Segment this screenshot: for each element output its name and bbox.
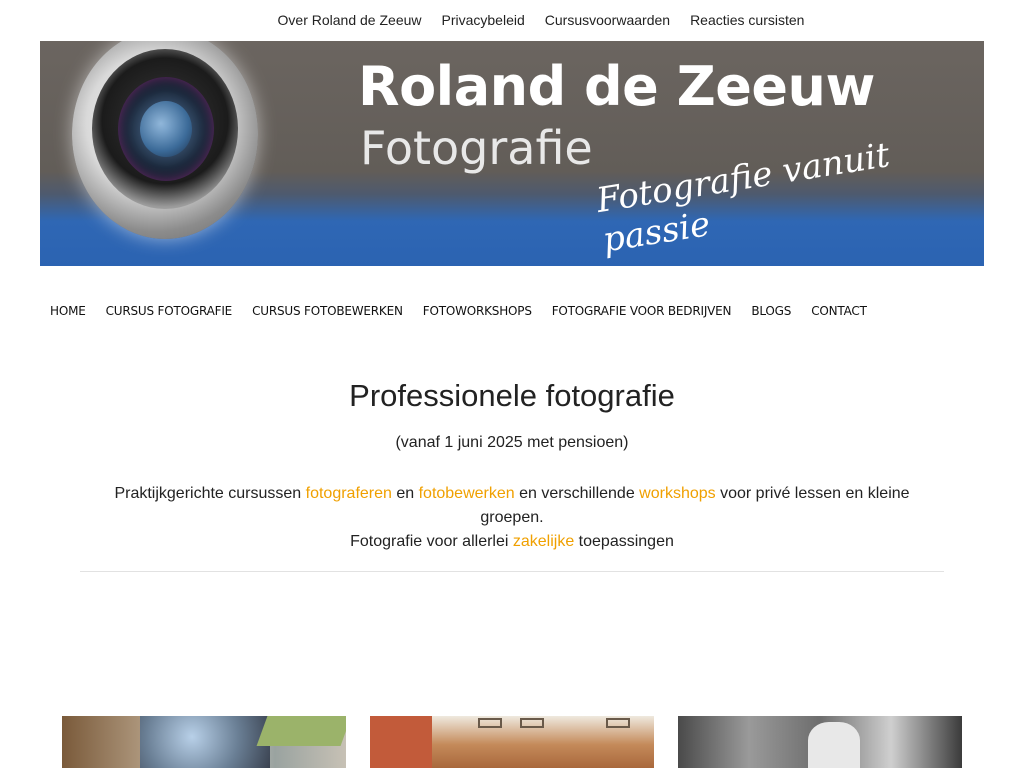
intro-text-part: en verschillende — [514, 485, 640, 502]
site-tagline: Fotografie vanuit passie — [593, 135, 893, 261]
photo-detail — [370, 716, 432, 768]
globe-icon — [140, 101, 192, 157]
page-heading: Professionele fotografie — [349, 378, 675, 413]
intro-text-part: Praktijkgerichte cursussen — [114, 485, 306, 502]
photo-detail — [256, 716, 346, 746]
nav-home[interactable]: HOME — [40, 304, 96, 318]
retirement-notice: (vanaf 1 juni 2025 met pensioen) — [395, 434, 629, 451]
site-title: Roland de Zeeuw — [358, 55, 875, 118]
nav-fotoworkshops[interactable]: FOTOWORKSHOPS — [413, 304, 542, 318]
intro-text-part: toepassingen — [574, 533, 674, 550]
link-zakelijke[interactable]: zakelijke — [513, 533, 574, 550]
thumbnail-fotoworkshops[interactable] — [678, 716, 962, 768]
main-navigation: HOME CURSUS FOTOGRAFIE CURSUS FOTOBEWERK… — [40, 296, 877, 326]
picture-frame — [520, 718, 544, 728]
projection-screen-image — [140, 716, 270, 768]
link-fotobewerken[interactable]: fotobewerken — [419, 485, 515, 502]
top-nav-privacybeleid[interactable]: Privacybeleid — [432, 0, 535, 41]
nav-contact[interactable]: CONTACT — [801, 304, 877, 318]
thumbnail-cursus-fotobewerken[interactable] — [370, 716, 654, 768]
intro-text-part: en — [391, 485, 419, 502]
intro-text: Praktijkgerichte cursussen fotograferen … — [100, 482, 924, 554]
divider — [80, 571, 944, 572]
thumbnail-cursus-fotografie[interactable] — [62, 716, 346, 768]
link-fotograferen[interactable]: fotograferen — [306, 485, 392, 502]
picture-frame — [478, 718, 502, 728]
nav-cursus-fotografie[interactable]: CURSUS FOTOGRAFIE — [96, 304, 242, 318]
nav-blogs[interactable]: BLOGS — [741, 304, 801, 318]
site-subtitle: Fotografie — [360, 121, 593, 175]
top-nav-reacties-cursisten[interactable]: Reacties cursisten — [680, 0, 814, 41]
intro-text-part: Fotografie voor allerlei — [350, 533, 513, 550]
top-navigation: Over Roland de Zeeuw Privacybeleid Cursu… — [0, 0, 1024, 41]
nav-fotografie-voor-bedrijven[interactable]: FOTOGRAFIE VOOR BEDRIJVEN — [542, 304, 742, 318]
top-nav-cursusvoorwaarden[interactable]: Cursusvoorwaarden — [535, 0, 680, 41]
link-workshops[interactable]: workshops — [639, 485, 715, 502]
photo-detail — [808, 722, 860, 768]
nav-cursus-fotobewerken[interactable]: CURSUS FOTOBEWERKEN — [242, 304, 413, 318]
header-banner[interactable]: Roland de Zeeuw Fotografie Fotografie va… — [40, 41, 984, 266]
picture-frame — [606, 718, 630, 728]
top-nav-over-roland[interactable]: Over Roland de Zeeuw — [268, 0, 432, 41]
